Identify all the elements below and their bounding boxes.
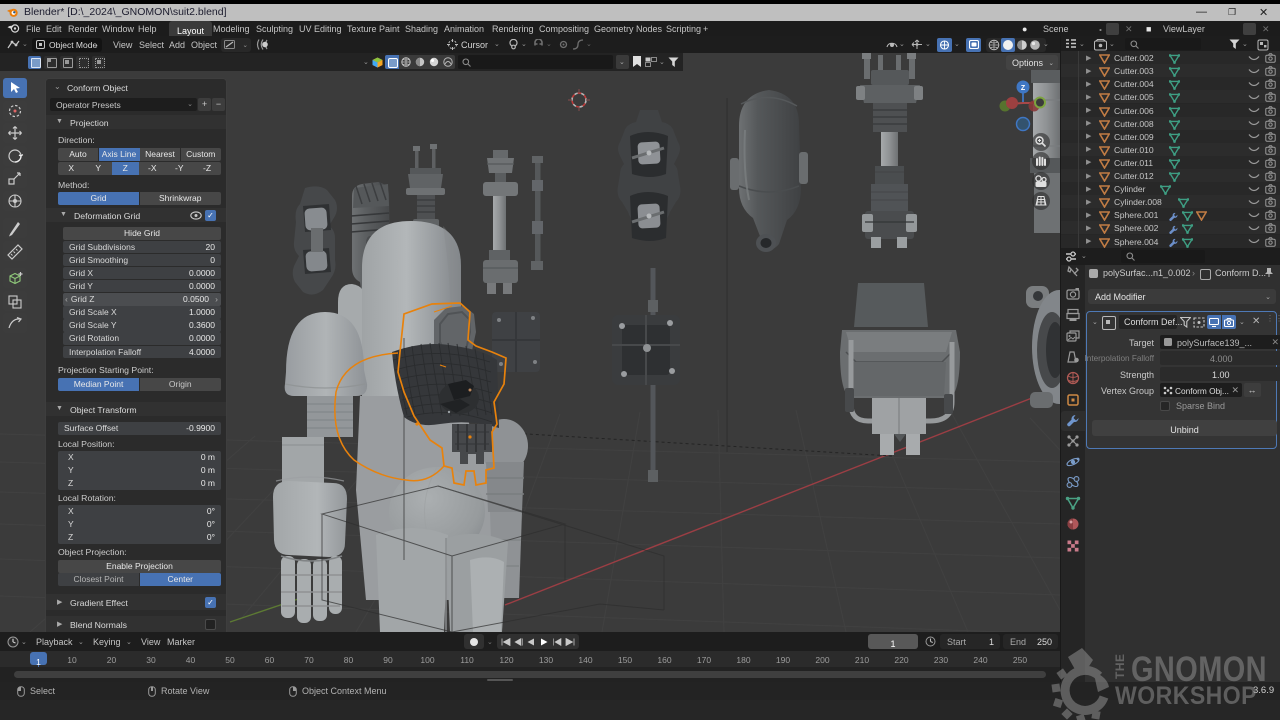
svg-text:Z: Z: [1021, 85, 1026, 92]
svg-text:THE: THE: [1113, 654, 1127, 680]
svg-text:WORKSHOP: WORKSHOP: [1115, 682, 1257, 710]
